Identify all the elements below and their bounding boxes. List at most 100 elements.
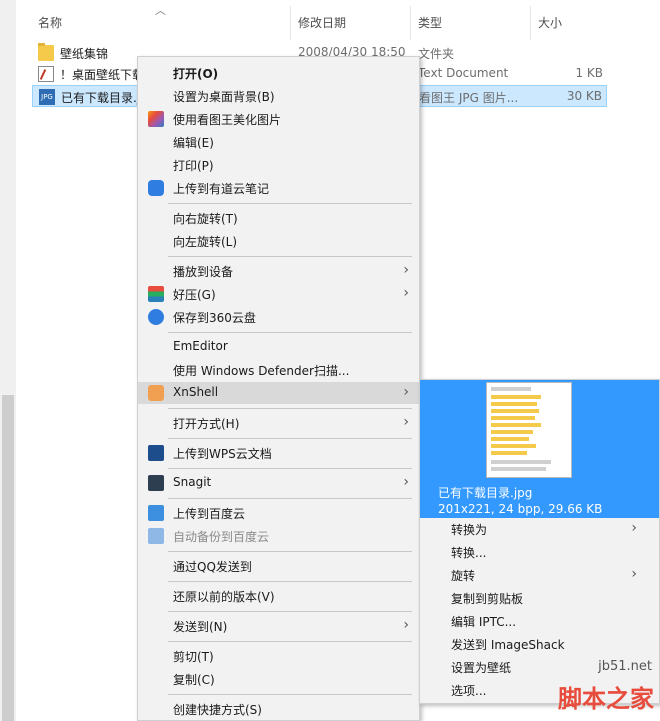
watermark: jb51.net 脚本之家 <box>520 651 658 721</box>
column-date[interactable]: 修改日期 <box>298 14 346 31</box>
text-document-icon <box>38 66 54 82</box>
menu-item-xnshell[interactable]: XnShell › <box>138 382 419 404</box>
menu-item-cut[interactable]: 剪切(T) <box>138 645 419 667</box>
menu-label: 使用看图王美化图片 <box>173 113 282 127</box>
chevron-right-icon: › <box>631 566 637 582</box>
menu-separator <box>168 551 412 552</box>
menu-separator <box>168 408 412 409</box>
submenu-item-convert[interactable]: 转换... <box>420 541 659 563</box>
column-divider[interactable] <box>410 6 411 40</box>
youdao-note-icon <box>148 180 164 196</box>
submenu-item-convert-to[interactable]: 转换为 › <box>420 518 659 540</box>
menu-item-save360[interactable]: 保存到360云盘 <box>138 306 419 328</box>
preview-thumbnail <box>486 382 572 478</box>
thumb-line <box>491 437 529 441</box>
menu-item-haozip[interactable]: 好压(G) › <box>138 283 419 305</box>
submenu-item-copy-clipboard[interactable]: 复制到剪贴板 <box>420 587 659 609</box>
column-header: ︿ 名称 修改日期 类型 大小 <box>30 0 660 42</box>
chevron-right-icon: › <box>403 414 409 430</box>
preview-filename: 已有下载目录.jpg <box>438 486 533 500</box>
folder-icon <box>38 43 54 61</box>
menu-label: 剪切(T) <box>173 650 214 664</box>
menu-item-defender[interactable]: 使用 Windows Defender扫描... <box>138 359 419 381</box>
chevron-right-icon: › <box>403 285 409 301</box>
menu-separator <box>168 581 412 582</box>
menu-label: 上传到有道云笔记 <box>173 182 270 196</box>
column-divider[interactable] <box>530 6 531 40</box>
menu-item-qq-send[interactable]: 通过QQ发送到 <box>138 555 419 577</box>
menu-item-rotate-right[interactable]: 向右旋转(T) <box>138 207 419 229</box>
menu-label: 上传到WPS云文档 <box>173 447 272 461</box>
menu-label: 创建快捷方式(S) <box>173 703 262 717</box>
menu-label: 旋转 <box>451 569 476 583</box>
column-divider[interactable] <box>290 6 291 40</box>
menu-item-restore[interactable]: 还原以前的版本(V) <box>138 585 419 607</box>
context-menu: 打开(O) 设置为桌面背景(B) 使用看图王美化图片 编辑(E) 打印(P) 上… <box>137 56 420 721</box>
scrollbar-thumb[interactable] <box>2 395 14 721</box>
thumb-line <box>491 402 537 406</box>
menu-item-rotate-left[interactable]: 向左旋转(L) <box>138 230 419 252</box>
thumb-line <box>491 451 527 455</box>
haozip-icon <box>148 286 164 302</box>
submenu-item-rotate[interactable]: 旋转 › <box>420 564 659 586</box>
thumb-line <box>491 416 535 420</box>
snagit-icon <box>148 475 164 491</box>
watermark-text: 脚本之家 <box>558 685 654 713</box>
menu-label: 选项... <box>451 684 487 698</box>
menu-item-open[interactable]: 打开(O) <box>138 62 419 84</box>
baidu-cloud-icon <box>148 528 164 544</box>
menu-item-snagit[interactable]: Snagit › <box>138 472 419 494</box>
menu-item-emeditor[interactable]: EmEditor <box>138 336 419 358</box>
jpg-file-icon: JPG <box>39 89 55 105</box>
menu-label: 复制到剪贴板 <box>451 592 524 606</box>
menu-item-cast[interactable]: 播放到设备 › <box>138 260 419 282</box>
menu-item-baidu-upload[interactable]: 上传到百度云 <box>138 502 419 524</box>
chevron-right-icon: › <box>631 520 637 536</box>
menu-item-open-with[interactable]: 打开方式(H) › <box>138 412 419 434</box>
column-type[interactable]: 类型 <box>418 14 442 31</box>
column-size[interactable]: 大小 <box>538 14 562 31</box>
menu-item-youdao[interactable]: 上传到有道云笔记 <box>138 177 419 199</box>
menu-label: 编辑 IPTC... <box>451 615 517 629</box>
file-name: 壁纸集锦 <box>60 47 109 61</box>
thumb-line <box>491 444 536 448</box>
menu-separator <box>168 611 412 612</box>
menu-item-shortcut[interactable]: 创建快捷方式(S) <box>138 698 419 720</box>
menu-item-beautify[interactable]: 使用看图王美化图片 <box>138 108 419 130</box>
sort-up-icon: ︿ <box>155 4 166 17</box>
file-size: 30 KB <box>566 89 602 103</box>
menu-separator <box>168 332 412 333</box>
menu-label: 编辑(E) <box>173 136 214 150</box>
scrollbar-track[interactable] <box>0 0 16 721</box>
menu-label: 打开方式(H) <box>173 417 240 431</box>
menu-item-copy[interactable]: 复制(C) <box>138 668 419 690</box>
thumb-line <box>491 467 546 471</box>
xnshell-icon <box>148 385 164 401</box>
menu-label: 还原以前的版本(V) <box>173 590 275 604</box>
menu-label: 自动备份到百度云 <box>173 530 270 544</box>
menu-label: 上传到百度云 <box>173 507 246 521</box>
thumb-line <box>491 430 533 434</box>
menu-label: XnShell <box>173 385 219 399</box>
menu-item-baidu-backup[interactable]: 自动备份到百度云 <box>138 525 419 547</box>
menu-label: 打开(O) <box>173 67 219 81</box>
menu-item-send-to[interactable]: 发送到(N) › <box>138 615 419 637</box>
menu-item-wps[interactable]: 上传到WPS云文档 <box>138 442 419 464</box>
menu-label: 复制(C) <box>173 673 215 687</box>
menu-label: 使用 Windows Defender扫描... <box>173 364 350 378</box>
menu-label: 通过QQ发送到 <box>173 560 252 574</box>
menu-label: 向左旋转(L) <box>173 235 238 249</box>
menu-label: 转换为 <box>451 523 488 537</box>
menu-label: 好压(G) <box>173 288 216 302</box>
chevron-right-icon: › <box>403 384 409 400</box>
file-type: Text Document <box>418 66 509 80</box>
file-size: 1 KB <box>575 66 603 80</box>
menu-item-print[interactable]: 打印(P) <box>138 154 419 176</box>
column-name[interactable]: 名称 <box>38 14 62 31</box>
submenu-item-edit-iptc[interactable]: 编辑 IPTC... <box>420 610 659 632</box>
menu-item-edit[interactable]: 编辑(E) <box>138 131 419 153</box>
file-name: ！桌面壁纸下载 <box>60 68 145 82</box>
menu-separator <box>168 641 412 642</box>
menu-label: 设置为壁纸 <box>451 661 512 675</box>
menu-item-set-wallpaper[interactable]: 设置为桌面背景(B) <box>138 85 419 107</box>
